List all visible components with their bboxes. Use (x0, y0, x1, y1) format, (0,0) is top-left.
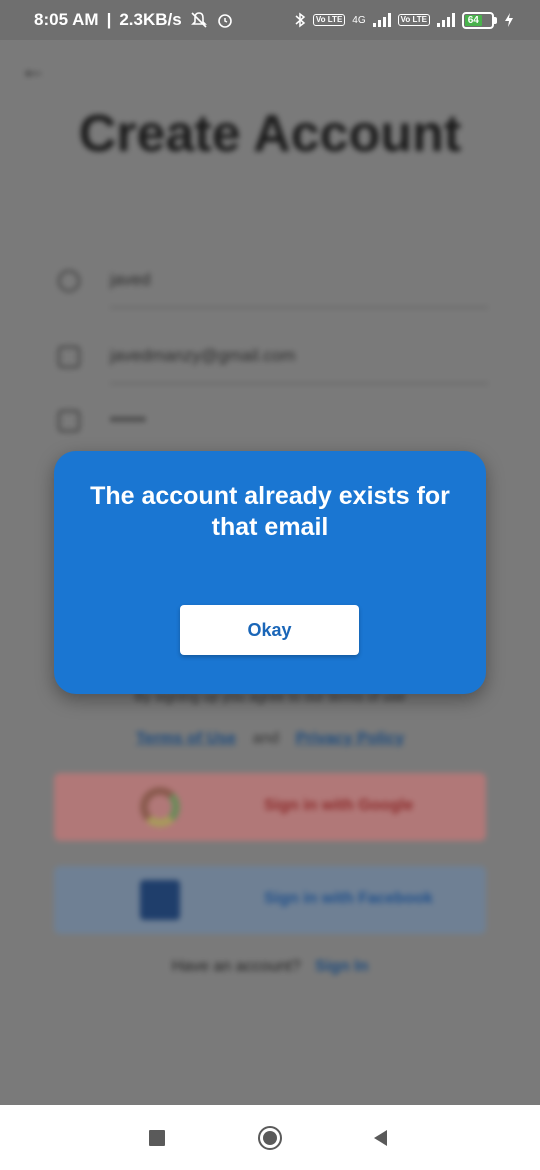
status-left: 8:05 AM | 2.3KB/s (34, 10, 234, 30)
status-right: Vo LTE 4G Vo LTE 64 (294, 11, 514, 29)
have-account-text: Have an account? (171, 958, 301, 975)
signin-row: Have an account? Sign In (0, 958, 540, 976)
alarm-icon (216, 11, 234, 29)
error-dialog: The account already exists for that emai… (54, 451, 486, 694)
signal-icon (372, 13, 391, 27)
name-field[interactable]: javed (52, 262, 488, 308)
charging-icon (504, 12, 514, 28)
volte-badge-2: Vo LTE (397, 14, 430, 26)
recent-apps-icon[interactable] (144, 1125, 170, 1151)
okay-button[interactable]: Okay (180, 605, 359, 655)
bluetooth-icon (294, 12, 306, 28)
lock-icon (58, 410, 80, 432)
person-icon (58, 270, 80, 292)
google-signin-label: Sign in with Google (264, 797, 414, 814)
battery-level: 64 (465, 14, 482, 26)
and-text: and (252, 730, 280, 747)
privacy-policy-link[interactable]: Privacy Policy (296, 730, 405, 747)
google-icon (140, 787, 180, 827)
name-value: javed (110, 270, 151, 289)
terms-of-use-link[interactable]: Terms of Use (136, 730, 236, 747)
dialog-message: The account already exists for that emai… (90, 482, 450, 541)
google-signin-button[interactable]: Sign in with Google (54, 773, 486, 841)
back-arrow-icon[interactable]: ← (20, 54, 46, 85)
sign-in-link[interactable]: Sign In (315, 958, 368, 975)
home-icon[interactable] (257, 1125, 283, 1151)
status-time: 8:05 AM (34, 10, 99, 29)
volte-badge-1: Vo LTE (312, 14, 346, 26)
signal-icon-2 (437, 13, 455, 27)
password-field[interactable]: •••••• (52, 402, 488, 442)
back-icon[interactable] (368, 1125, 394, 1151)
facebook-signin-button[interactable]: Sign in with Facebook (54, 866, 486, 934)
status-bar: 8:05 AM | 2.3KB/s Vo LTE 4G Vo LTE 64 (0, 0, 540, 40)
email-icon (58, 346, 80, 368)
page-title: Create Account (78, 105, 462, 163)
facebook-icon (140, 880, 180, 920)
network-4g: 4G (352, 14, 366, 26)
navigation-bar (0, 1105, 540, 1170)
status-separator: | (106, 10, 112, 29)
email-field[interactable]: javedmanzy@gmail.com (52, 338, 488, 384)
password-value: •••••• (110, 410, 146, 429)
terms-links: Terms of Use and Privacy Policy (0, 730, 540, 748)
network-speed: 2.3KB/s (119, 10, 182, 29)
mute-icon (190, 11, 208, 29)
email-value: javedmanzy@gmail.com (110, 346, 296, 365)
facebook-signin-label: Sign in with Facebook (264, 890, 433, 907)
battery-icon: 64 (462, 11, 497, 29)
